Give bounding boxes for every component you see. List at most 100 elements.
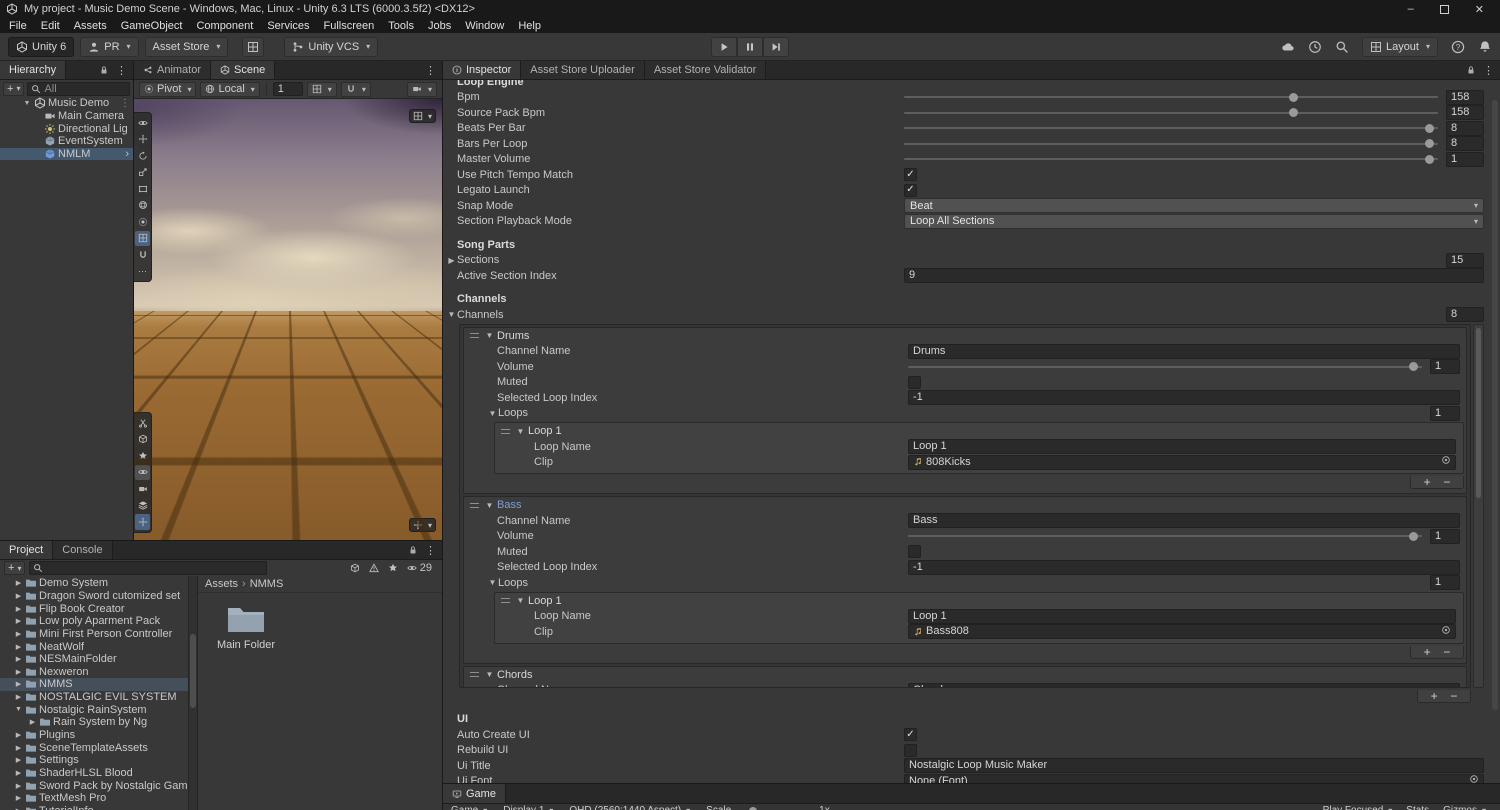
project-folder-demo-system[interactable]: ▶ Demo System <box>0 577 188 590</box>
project-folder-tutorialinfo[interactable]: ▶TutorialInfo <box>0 805 188 810</box>
hierarchy-scene-row[interactable]: ▼ Music Demo ⋮ <box>0 97 133 110</box>
slider-thumb[interactable] <box>1424 139 1434 149</box>
project-folder-sword-pack-by-nostalgic-games[interactable]: ▶ Sword Pack by Nostalgic Games <box>0 779 188 792</box>
slider-bars-per-loop[interactable] <box>904 139 1438 149</box>
tab-animator[interactable]: Animator <box>134 61 212 79</box>
slider-master-volume[interactable] <box>904 154 1438 164</box>
play-button[interactable] <box>711 37 737 57</box>
value-field[interactable]: 1 <box>1446 151 1484 167</box>
hierarchy-item-directional-lig[interactable]: Directional Lig <box>0 122 133 135</box>
foldout-arrow[interactable]: ▼ <box>487 578 498 587</box>
foldout-arrow[interactable]: ▶ <box>14 744 23 752</box>
slider-thumb[interactable] <box>1409 362 1419 372</box>
layout-dropdown[interactable]: Layout ▾ <box>1361 36 1438 57</box>
handle-rotation-dropdown[interactable]: Local ▾ <box>200 81 260 97</box>
slider-volume[interactable] <box>908 531 1422 541</box>
drag-handle-icon[interactable] <box>470 333 479 338</box>
drag-handle-icon[interactable] <box>470 672 479 677</box>
panel-menu-icon[interactable]: ⋮ <box>1480 64 1497 77</box>
foldout-arrow[interactable]: ▼ <box>515 596 526 605</box>
menu-services[interactable]: Services <box>260 20 316 32</box>
panel-menu-icon[interactable]: ⋮ <box>422 64 439 77</box>
menu-file[interactable]: File <box>2 20 34 32</box>
dropdown-section-playback-mode[interactable]: Loop All Sections ▾ <box>904 213 1484 229</box>
display-dropdown[interactable]: Display 1▾ <box>503 805 553 810</box>
menu-gameobject[interactable]: GameObject <box>114 20 190 32</box>
project-folder-nmms[interactable]: ▶ NMMS <box>0 678 188 691</box>
array-size-field[interactable]: 1 <box>1430 575 1460 591</box>
scene-viewport[interactable]: ⋯ ▾ ▾ <box>134 99 442 540</box>
tab-project[interactable]: Project <box>0 541 54 559</box>
overlay-layers-button[interactable] <box>135 498 150 514</box>
foldout-arrow[interactable]: ▶ <box>14 756 23 764</box>
create-object-button[interactable]: + ▾ <box>3 81 25 96</box>
field-channel-name[interactable]: Bass <box>908 513 1460 529</box>
field-selected-loop-index[interactable]: -1 <box>908 559 1460 575</box>
step-button[interactable] <box>763 37 789 57</box>
project-folder-textmesh-pro[interactable]: ▶ TextMesh Pro <box>0 792 188 805</box>
tab-game[interactable]: Game <box>443 784 506 803</box>
slider-volume[interactable] <box>908 362 1422 372</box>
foldout-arrow[interactable]: ▶ <box>14 693 23 701</box>
array-size-field[interactable]: 15 <box>1446 252 1484 268</box>
aspect-dropdown[interactable]: QHD (2560:1440 Aspect)▾ <box>569 805 690 810</box>
project-folder-nostalgic-rainsystem[interactable]: ▼ Nostalgic RainSystem <box>0 703 188 716</box>
slider-thumb[interactable] <box>1424 154 1434 164</box>
alert-icon[interactable] <box>368 563 379 573</box>
channels-scrollbar[interactable] <box>1473 323 1484 688</box>
grid-visibility-dropdown[interactable]: ▾ <box>306 81 337 97</box>
project-folder-plugins[interactable]: ▶ Plugins <box>0 729 188 742</box>
package-icon[interactable] <box>350 563 360 573</box>
tool-scale-button[interactable] <box>135 165 150 181</box>
foldout-arrow[interactable]: ▶ <box>14 617 23 625</box>
help-icon[interactable]: ? <box>1451 40 1465 54</box>
tab-scene[interactable]: Scene <box>211 61 276 79</box>
scene-camera-dropdown[interactable]: ▾ <box>406 81 437 97</box>
search-icon[interactable] <box>1335 40 1349 54</box>
dropdown-snap-mode[interactable]: Beat ▾ <box>904 198 1484 214</box>
remove-element-button[interactable]: − <box>1450 690 1457 702</box>
loop-header[interactable]: ▼ Loop 1 <box>495 423 1461 439</box>
tool-magnet-button[interactable] <box>135 247 150 263</box>
inspector-scrollbar[interactable] <box>1492 100 1498 710</box>
tool-rect-button[interactable] <box>135 181 150 197</box>
gizmos-dropdown[interactable]: Gizmos▾ <box>1443 805 1486 810</box>
overlay-move-button[interactable] <box>135 514 150 530</box>
foldout-arrow[interactable]: ▶ <box>14 655 23 663</box>
add-element-button[interactable]: + <box>1424 646 1431 658</box>
menu-tools[interactable]: Tools <box>381 20 421 32</box>
pause-button[interactable] <box>737 37 763 57</box>
pivot-dropdown[interactable]: Pivot ▾ <box>139 81 197 97</box>
remove-element-button[interactable]: − <box>1443 476 1450 488</box>
tool-rotate-button[interactable] <box>135 148 150 164</box>
foldout-arrow[interactable]: ▼ <box>515 427 526 436</box>
field-active-section-index[interactable]: 9 <box>904 268 1484 284</box>
menu-window[interactable]: Window <box>458 20 511 32</box>
checkbox-auto-create-ui[interactable]: ✓ <box>904 728 917 742</box>
project-folder-nesmainfolder[interactable]: ▶ NESMainFolder <box>0 653 188 666</box>
checkbox-muted[interactable] <box>908 375 921 389</box>
foldout-arrow[interactable]: ▶ <box>14 605 23 613</box>
foldout-arrow[interactable]: ▶ <box>446 256 457 265</box>
field-ui-title[interactable]: Nostalgic Loop Music Maker <box>904 758 1484 774</box>
create-asset-button[interactable]: + ▾ <box>4 561 26 575</box>
foldout-arrow[interactable]: ▶ <box>14 769 23 777</box>
foldout-arrow[interactable]: ▶ <box>14 630 23 638</box>
overlay-eye-button[interactable] <box>135 464 150 480</box>
game-mode-dropdown[interactable]: Game▾ <box>451 805 487 810</box>
foldout-arrow[interactable]: ▼ <box>484 670 495 679</box>
checkbox-muted[interactable] <box>908 545 921 559</box>
prefab-open-chevron-icon[interactable]: › <box>125 148 133 160</box>
project-folder-mini-first-person-controller[interactable]: ▶ Mini First Person Controller <box>0 628 188 641</box>
tool-eye-button[interactable] <box>135 115 150 131</box>
value-field[interactable]: 8 <box>1446 136 1484 152</box>
objectfield-ui-font[interactable]: None (Font) <box>904 773 1484 783</box>
add-element-button[interactable]: + <box>1431 690 1438 702</box>
channel-header[interactable]: ▼ Drums <box>464 328 1466 344</box>
slider-source-pack-bpm[interactable] <box>904 108 1438 118</box>
hierarchy-item-nmlm[interactable]: NMLM › <box>0 147 133 161</box>
vcs-dropdown[interactable]: Unity VCS ▾ <box>284 36 379 57</box>
remove-element-button[interactable]: − <box>1443 646 1450 658</box>
tab-asset-store-uploader[interactable]: Asset Store Uploader <box>521 61 645 79</box>
value-field[interactable]: 1 <box>1430 359 1460 375</box>
